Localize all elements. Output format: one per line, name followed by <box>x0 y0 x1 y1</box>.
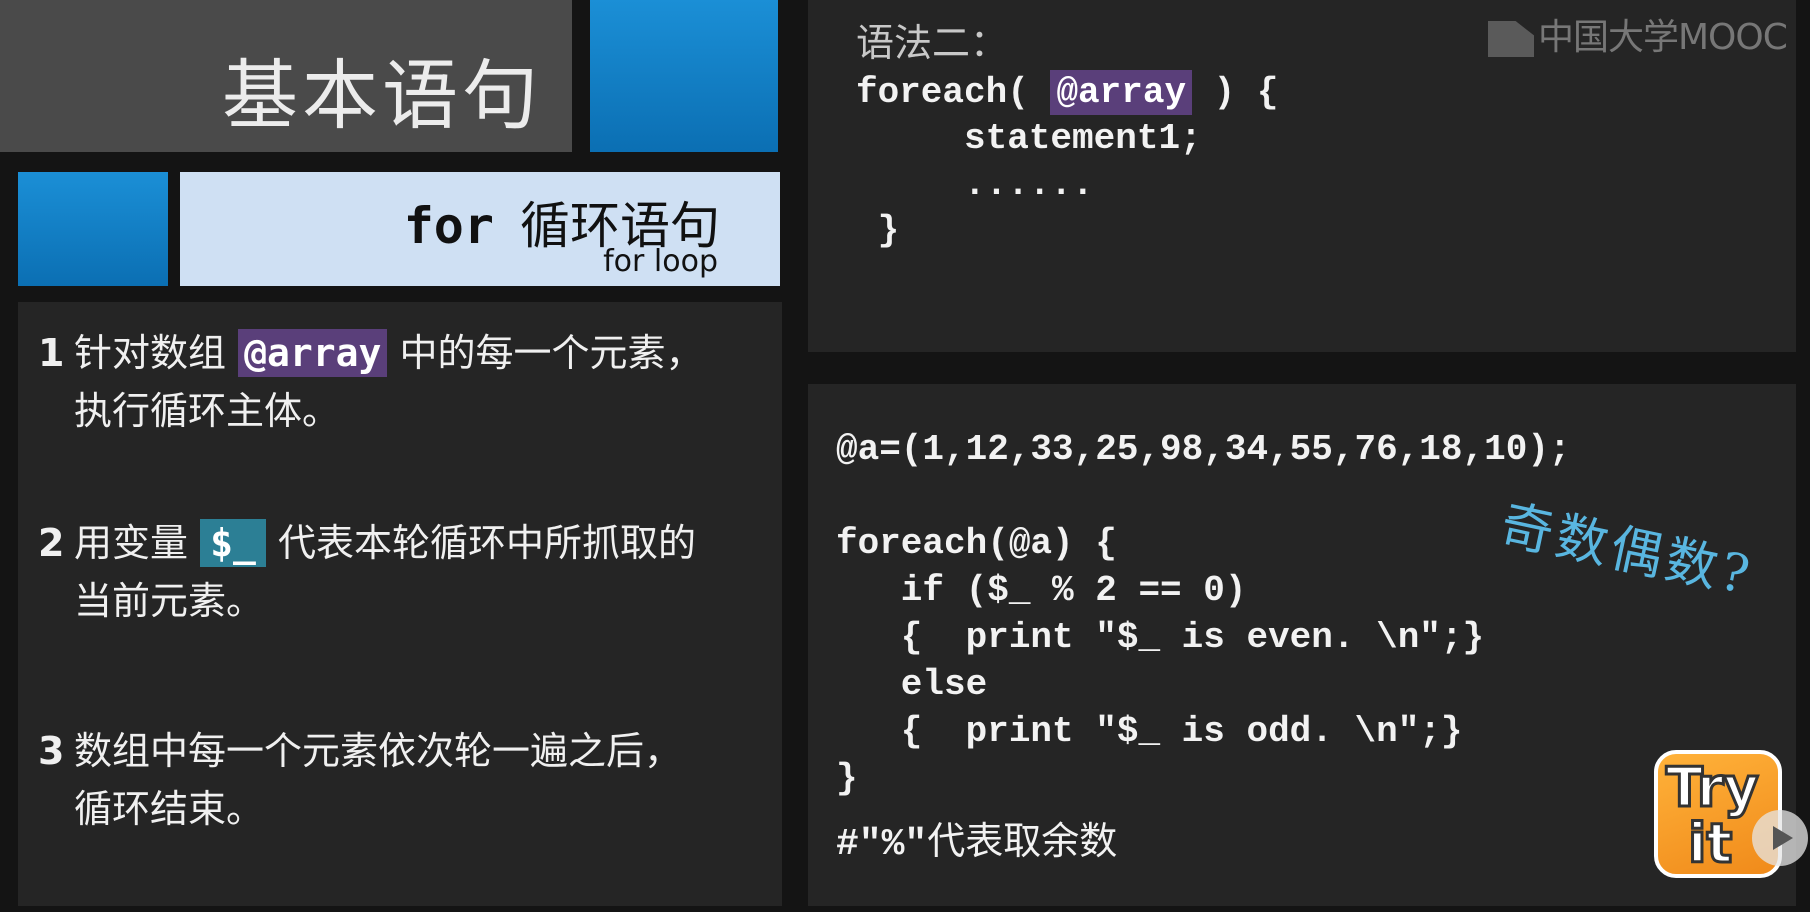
badge-text: Try <box>1665 755 1761 821</box>
code-line: foreach( <box>856 72 1051 113</box>
variable-tag: $_ <box>200 519 266 567</box>
play-icon[interactable] <box>1752 810 1808 866</box>
syntax-title: 语法二： <box>856 21 1009 65</box>
point-text-line2: 执行循环主体。 <box>74 389 341 433</box>
subtitle-english: for loop <box>603 244 718 279</box>
code-line: statement1; <box>856 118 1202 159</box>
point-1: 1 针对数组 @array 中的每一个元素， 执行循环主体。 <box>38 324 704 440</box>
point-3: 3 数组中每一个元素依次轮一遍之后， 循环结束。 <box>38 722 682 838</box>
mooc-logo-icon <box>1488 21 1534 57</box>
array-tag: @array <box>238 329 388 377</box>
code-comment: #"%"代表取余数 <box>836 810 1117 866</box>
mooc-watermark: 中国大学MOOC <box>1488 8 1788 60</box>
title-panel: 基本语句 <box>0 0 572 152</box>
array-tag: @array <box>1050 70 1193 115</box>
point-2: 2 用变量 $_ 代表本轮循环中所抓取的 当前元素。 <box>38 514 696 630</box>
point-text: 中的每一个元素， <box>399 331 704 375</box>
point-text: 用变量 <box>74 521 189 565</box>
code-line: } <box>856 210 900 251</box>
point-text-line2: 当前元素。 <box>74 579 265 623</box>
slide-title: 基本语句 <box>222 51 542 140</box>
badge-text: it <box>1686 811 1733 877</box>
decorative-blue-tile-left <box>18 172 168 286</box>
decorative-blue-tile-top <box>590 0 778 152</box>
code-line: ) { <box>1192 72 1279 113</box>
subtitle-panel: for 循环语句 for loop <box>180 172 780 286</box>
point-number: 3 <box>38 729 65 773</box>
point-text: 针对数组 <box>74 331 227 375</box>
point-number: 1 <box>38 331 65 375</box>
example-code: @a=(1,12,33,25,98,34,55,76,18,10); forea… <box>836 429 1571 799</box>
point-text: 数组中每一个元素依次轮一遍之后， <box>74 729 683 773</box>
explanation-panel: 1 针对数组 @array 中的每一个元素， 执行循环主体。 2 用变量 $_ 代表… <box>18 302 782 906</box>
syntax-code: foreach( @array ) { statement1; ...... } <box>856 70 1278 254</box>
comment-symbol: #"%" <box>836 823 928 866</box>
point-text-line2: 循环结束。 <box>74 787 265 831</box>
comment-text: 代表取余数 <box>927 819 1118 863</box>
example-panel: @a=(1,12,33,25,98,34,55,76,18,10); forea… <box>808 384 1796 906</box>
watermark-text: 中国大学MOOC <box>1538 17 1788 58</box>
code-line: ...... <box>856 164 1094 205</box>
point-text: 代表本轮循环中所抓取的 <box>277 521 696 565</box>
point-number: 2 <box>38 521 65 565</box>
subtitle-keyword: for <box>403 197 494 255</box>
